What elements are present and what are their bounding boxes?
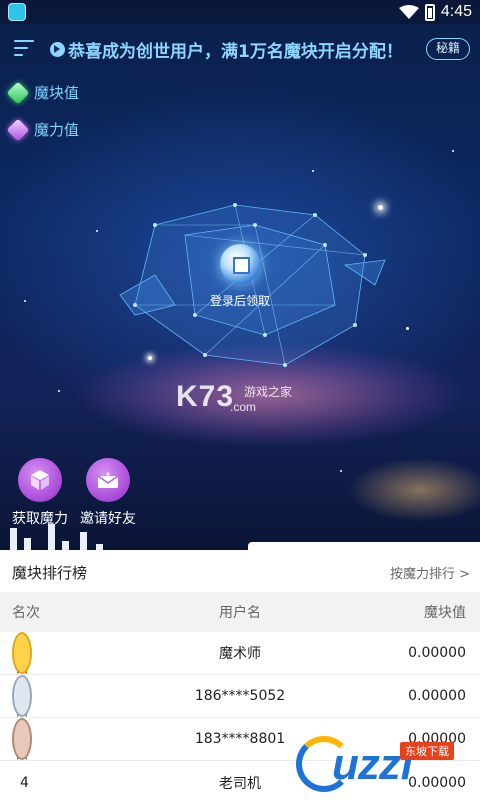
stat-magic-value: 魔力值: [6, 118, 80, 141]
app-notification-icon: [8, 3, 26, 21]
hero-bottom-tab: [248, 542, 480, 550]
star: [96, 230, 98, 232]
announcement: 恭喜成为创世用户，满1万名魔块开启分配！: [50, 37, 403, 62]
battery-icon: [424, 3, 435, 21]
k73-watermark-com: .com: [230, 400, 257, 414]
status-bar: 4:45: [0, 0, 480, 24]
get-magic-button[interactable]: 获取魔力: [5, 458, 75, 528]
green-gem-icon: [6, 81, 30, 104]
table-row[interactable]: 魔术师 0.00000: [0, 632, 480, 675]
k73-watermark-sub: 游戏之家: [244, 385, 293, 399]
star: [406, 327, 409, 330]
star: [58, 390, 60, 392]
speaker-icon: [50, 42, 65, 57]
claim-label: 登录后领取: [209, 294, 270, 308]
column-value: 魔块值: [424, 605, 466, 621]
header-bar: 恭喜成为创世用户，满1万名魔块开启分配！ 秘籍: [0, 34, 480, 64]
leaderboard-title: 魔块排行榜: [12, 564, 88, 582]
uzzf-watermark-tag: 东坡下载: [400, 742, 454, 760]
menu-icon[interactable]: [14, 40, 34, 56]
uzzf-watermark: uzzf 东坡下载: [296, 722, 480, 800]
secret-button[interactable]: 秘籍: [426, 38, 470, 60]
sort-by-magic-link[interactable]: 按魔力排行 >: [390, 563, 470, 582]
invite-friends-button[interactable]: 邀请好友: [73, 458, 143, 528]
get-magic-circle: [18, 458, 62, 502]
stat-block-value: 魔块值: [6, 81, 80, 104]
cube-icon: [31, 470, 49, 490]
column-user: 用户名: [219, 605, 261, 621]
star: [312, 170, 314, 172]
claim-orb-button[interactable]: [220, 244, 260, 284]
leaderboard-header: 魔块排行榜 按魔力排行 >: [0, 550, 480, 592]
leaderboard-column-header: 名次 用户名 魔块值: [0, 592, 480, 632]
space-hero: 登录后领取 K73 游戏之家 .com 获取魔力 邀请好友 4:45 恭喜成为创…: [0, 0, 480, 550]
decorative-bars: [0, 520, 120, 550]
announcement-text: 恭喜成为创世用户，满1万名魔块开启分配！: [68, 42, 403, 62]
value-cell: 0.00000: [408, 645, 466, 661]
star: [452, 150, 454, 152]
table-row[interactable]: 186****5052 0.00000: [0, 675, 480, 718]
envelope-icon: [97, 471, 119, 488]
stat-block-value-label: 魔块值: [34, 84, 80, 102]
star: [24, 300, 26, 302]
network-graphic: [119, 203, 386, 367]
value-cell: 0.00000: [408, 688, 466, 704]
invite-friends-circle: [86, 458, 130, 502]
wifi-icon: [398, 5, 419, 19]
k73-watermark: K73: [176, 380, 235, 413]
purple-gem-icon: [6, 118, 30, 141]
star: [340, 470, 342, 472]
stat-magic-value-label: 魔力值: [34, 121, 80, 139]
status-time: 4:45: [440, 3, 472, 20]
